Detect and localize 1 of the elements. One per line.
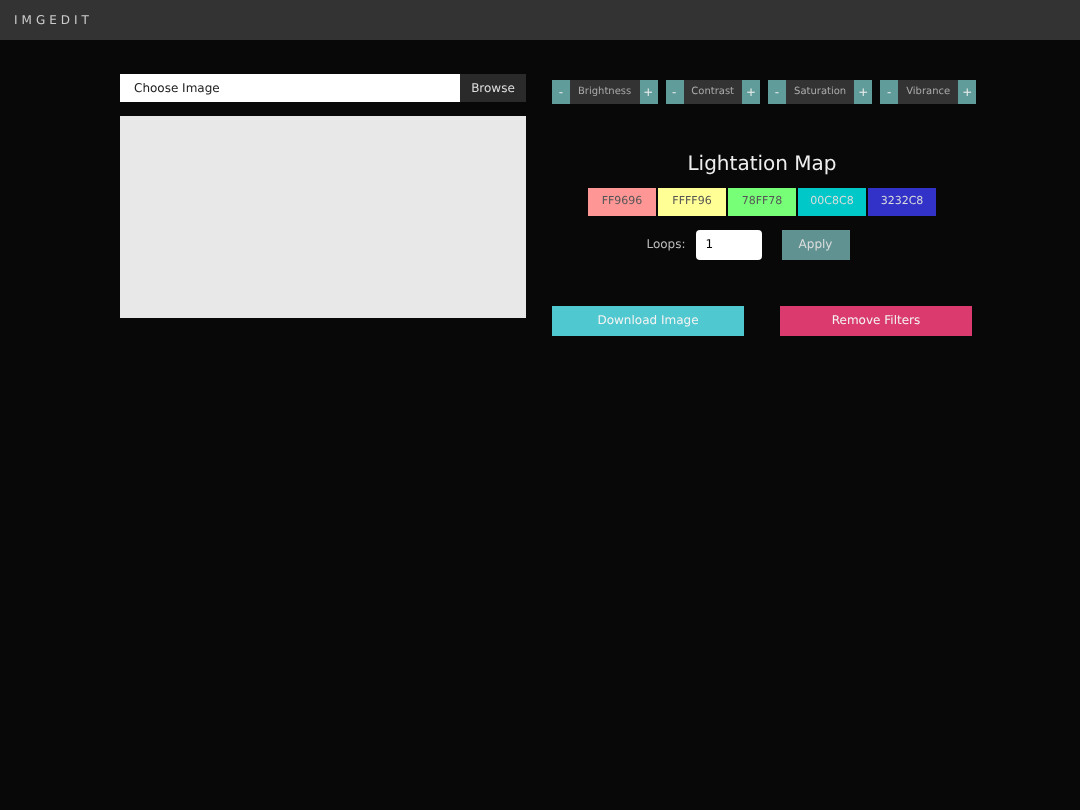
map-title: Lightation Map bbox=[685, 154, 839, 176]
